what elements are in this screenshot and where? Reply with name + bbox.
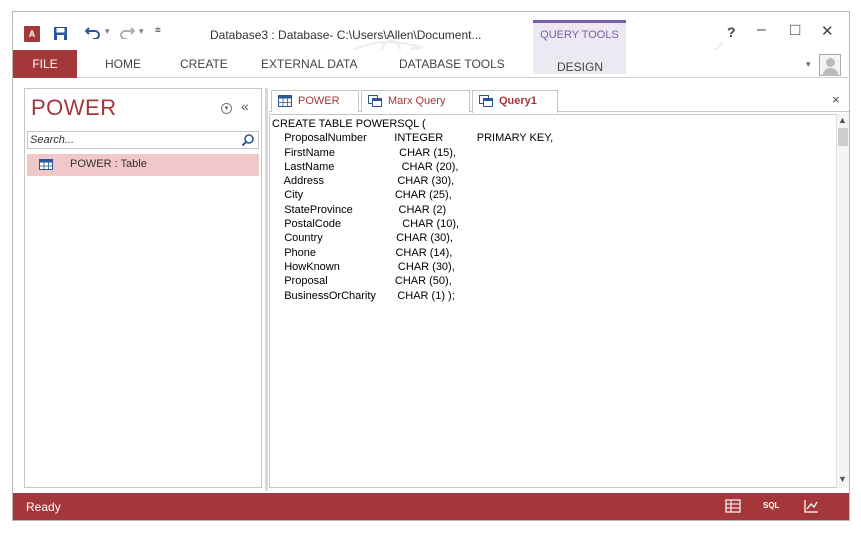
doc-tab-label: Marx Query — [388, 95, 446, 107]
datasheet-view-icon[interactable] — [725, 499, 741, 513]
scroll-up-icon[interactable]: ▲ — [838, 115, 847, 125]
scroll-thumb[interactable] — [838, 128, 848, 146]
nav-collapse-icon[interactable]: « — [241, 98, 249, 114]
search-input[interactable] — [30, 132, 230, 148]
query-tools-label: QUERY TOOLS — [540, 29, 619, 41]
query-icon — [479, 95, 493, 107]
maximize-button[interactable]: □ — [790, 20, 800, 40]
doc-tab-query1[interactable]: Query1 — [472, 90, 558, 113]
ribbon-tabs: FILE HOME CREATE EXTERNAL DATA DATABASE … — [13, 50, 849, 78]
table-icon — [39, 159, 53, 170]
navigation-pane: POWER ▾ « POWER : Table — [24, 88, 262, 488]
user-avatar[interactable] — [819, 54, 841, 76]
tab-external-data[interactable]: EXTERNAL DATA — [261, 57, 357, 71]
nav-menu-icon[interactable]: ▾ — [221, 103, 232, 114]
design-view-icon[interactable] — [803, 499, 819, 513]
nav-item-power-table[interactable]: POWER : Table — [27, 154, 259, 176]
sql-editor[interactable]: CREATE TABLE POWERSQL ( ProposalNumber I… — [269, 114, 836, 488]
scroll-down-icon[interactable]: ▼ — [838, 474, 847, 484]
close-button[interactable]: ✕ — [821, 22, 834, 40]
sql-view-icon[interactable]: SQL — [763, 501, 779, 510]
avatar-head — [826, 58, 835, 67]
search-box — [27, 131, 259, 149]
doc-tab-marx-query[interactable]: Marx Query — [361, 90, 470, 112]
close-document-icon[interactable]: × — [832, 92, 840, 107]
nav-item-label: POWER : Table — [70, 158, 147, 170]
document-area: POWER Marx Query Query1 × CREATE TABLE P… — [269, 88, 849, 492]
status-bar: Ready SQL — [13, 493, 849, 520]
pane-splitter[interactable] — [265, 88, 268, 491]
avatar-body — [823, 68, 838, 76]
redo-dropdown-icon[interactable]: ▾ — [139, 26, 144, 37]
doc-tab-label: POWER — [298, 95, 340, 107]
save-icon[interactable] — [53, 26, 68, 41]
access-app-icon[interactable]: A — [24, 26, 40, 42]
tab-file[interactable]: FILE — [13, 50, 77, 78]
redo-icon[interactable] — [119, 25, 135, 39]
search-icon[interactable] — [241, 133, 255, 147]
access-window: A ▾ ▾ ⩧ Database3 : Database- C:\Users\A… — [12, 11, 850, 521]
minimize-button[interactable]: – — [757, 21, 766, 39]
doc-tab-power[interactable]: POWER — [271, 90, 359, 112]
document-tabs: POWER Marx Query Query1 × — [269, 88, 849, 113]
sql-text[interactable]: CREATE TABLE POWERSQL ( ProposalNumber I… — [272, 117, 553, 303]
nav-pane-title[interactable]: POWER — [31, 95, 117, 121]
table-icon — [278, 95, 292, 107]
doc-tab-label: Query1 — [499, 95, 537, 107]
status-text: Ready — [26, 500, 61, 514]
query-tools-context: QUERY TOOLS DESIGN — [533, 20, 626, 74]
tab-design[interactable]: DESIGN — [557, 60, 603, 74]
customize-quick-access-icon[interactable]: ⩧ — [155, 25, 161, 36]
tab-home[interactable]: HOME — [105, 57, 141, 71]
undo-dropdown-icon[interactable]: ▾ — [105, 26, 110, 37]
undo-icon[interactable] — [85, 25, 101, 39]
tab-database-tools[interactable]: DATABASE TOOLS — [399, 57, 505, 71]
tab-create[interactable]: CREATE — [180, 57, 228, 71]
account-dropdown-icon[interactable]: ▾ — [806, 59, 811, 70]
query-icon — [368, 95, 382, 107]
vertical-scrollbar[interactable]: ▲ ▼ — [836, 114, 849, 488]
